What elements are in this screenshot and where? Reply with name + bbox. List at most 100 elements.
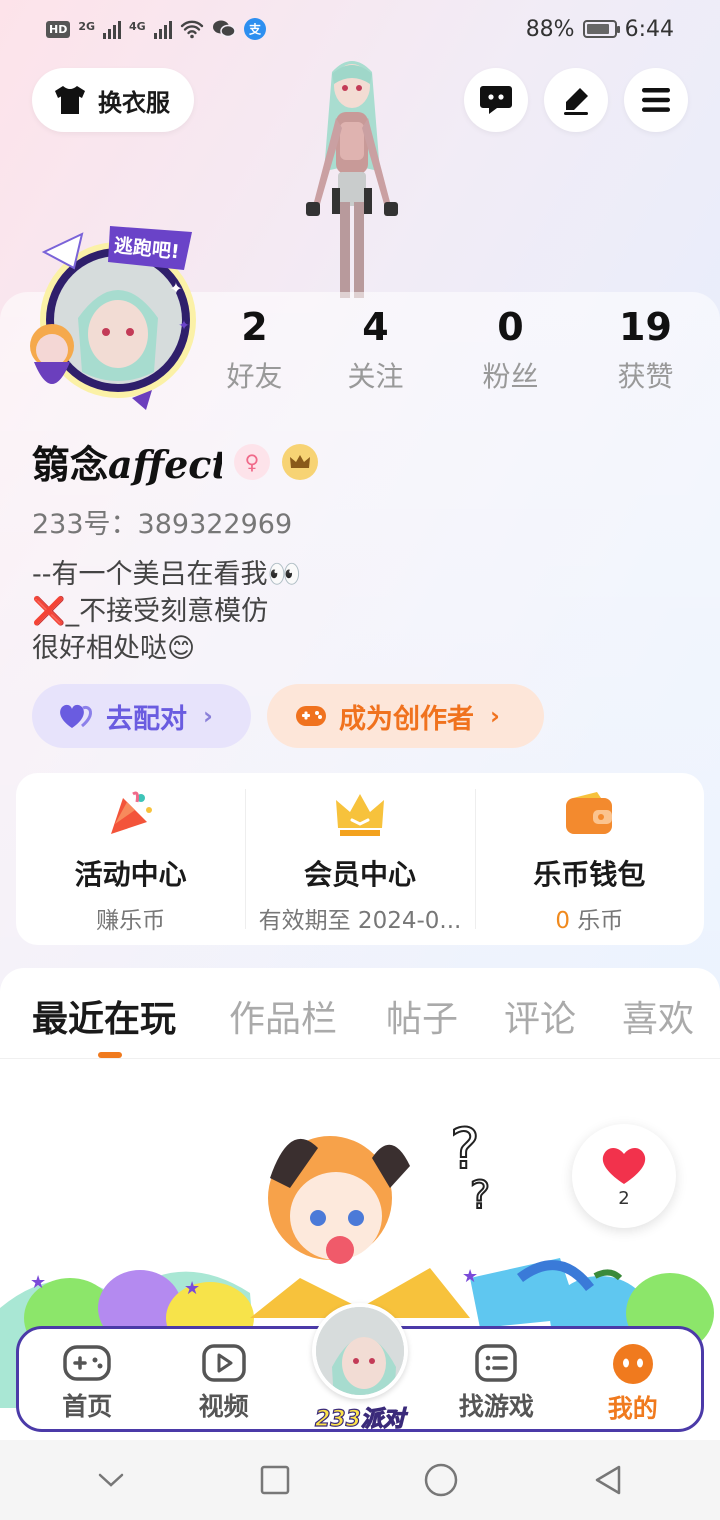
signal-icon — [103, 19, 122, 39]
list-icon — [475, 1344, 518, 1382]
stat-likes[interactable]: 19 获赞 — [581, 305, 710, 395]
double-heart-icon — [60, 704, 92, 728]
user-id[interactable]: 233号：389322969 — [32, 502, 292, 541]
edit-profile-button[interactable] — [544, 68, 608, 132]
wallet-icon — [562, 787, 616, 841]
svg-text:支: 支 — [248, 22, 262, 37]
service-title: 会员中心 — [303, 858, 416, 891]
stats-row: 2 好友 4 关注 0 粉丝 19 获赞 — [190, 305, 710, 395]
tab-recent-played[interactable]: 最近在玩 — [32, 990, 176, 1042]
collapse-chevron-icon[interactable] — [96, 1470, 126, 1490]
party-avatar — [311, 1303, 408, 1399]
back-triangle-icon[interactable] — [592, 1463, 624, 1497]
bio-line: ❌_不接受刻意模仿 — [32, 596, 269, 627]
battery-fill — [586, 24, 610, 34]
stat-friends[interactable]: 2 好友 — [190, 305, 319, 395]
svg-text:?: ? — [470, 1173, 490, 1217]
nav-find-games[interactable]: 找游戏 — [428, 1329, 564, 1429]
match-button[interactable]: 去配对 › — [32, 684, 251, 748]
nav-label: 视频 — [198, 1392, 249, 1421]
crown-badge-icon[interactable] — [282, 443, 318, 480]
menu-button[interactable] — [624, 68, 688, 132]
membership-center[interactable]: 会员中心 有效期至 2024-0... — [245, 773, 474, 945]
coin-wallet[interactable]: 乐币钱包 0 乐币 — [474, 773, 704, 945]
bio: --有一个美吕在看我👀 ❌_不接受刻意模仿 很好相处哒😊 — [32, 556, 301, 667]
tab-likes[interactable]: 喜欢 — [622, 990, 694, 1042]
party-label: 233派对 — [314, 1406, 405, 1432]
female-gender-icon: ♀ — [234, 443, 270, 480]
tshirt-icon — [55, 86, 85, 114]
stat-fans[interactable]: 0 粉丝 — [446, 305, 575, 395]
coin-count: 0 — [555, 908, 570, 934]
stat-label: 好友 — [226, 360, 283, 393]
alipay-icon: 支 — [243, 18, 266, 40]
stat-number: 19 — [619, 305, 672, 349]
nav-home[interactable]: 首页 — [19, 1329, 155, 1429]
heart-icon — [602, 1147, 646, 1184]
coin-balance: 0 乐币 — [555, 901, 623, 935]
tab-works[interactable]: 作品栏 — [229, 990, 337, 1042]
svg-text:✦: ✦ — [178, 318, 190, 334]
stat-label: 关注 — [347, 360, 404, 393]
bio-line: --有一个美吕在看我👀 — [32, 559, 302, 590]
like-count: 2 — [618, 1187, 630, 1209]
battery-icon — [582, 20, 620, 38]
nav-label: 我的 — [607, 1394, 658, 1423]
pen-icon — [564, 88, 588, 115]
coin-unit: 乐币 — [569, 908, 624, 934]
nav-mine[interactable]: 我的 — [565, 1329, 701, 1429]
become-creator-button[interactable]: 成为创作者 › — [267, 684, 544, 748]
like-floating-button[interactable]: 2 — [572, 1124, 676, 1228]
tab-posts[interactable]: 帖子 — [386, 990, 458, 1042]
hd-badge: HD — [46, 20, 71, 38]
change-outfit-label: 换衣服 — [98, 88, 170, 117]
nav-party[interactable]: 233派对 — [292, 1303, 428, 1433]
nav-label: 找游戏 — [458, 1392, 534, 1421]
recents-square-icon[interactable] — [259, 1464, 291, 1496]
wechat-icon — [212, 20, 236, 38]
crown-icon — [333, 787, 387, 841]
svg-text:✦: ✦ — [169, 279, 182, 298]
services-card: 活动中心 赚乐币 会员中心 有效期至 2024-0... 乐币钱包 0 乐币 — [16, 773, 704, 945]
service-title: 乐币钱包 — [533, 858, 646, 891]
gamepad-outline-icon — [63, 1345, 111, 1381]
gender-symbol: ♀ — [244, 449, 260, 474]
bottom-navigation: 首页 视频 233派对 找游戏 我的 — [16, 1303, 704, 1433]
chat-button[interactable] — [464, 68, 528, 132]
play-video-icon — [201, 1344, 246, 1382]
home-circle-icon[interactable] — [423, 1462, 459, 1498]
profile-avatar[interactable]: ✦ ✦ 逃跑吧! — [24, 222, 200, 412]
clock: 6:44 — [624, 16, 674, 42]
match-label: 去配对 — [106, 703, 187, 735]
signal-icon — [153, 19, 172, 39]
hamburger-icon — [642, 88, 670, 112]
bio-line: 很好相处哒😊 — [32, 633, 196, 664]
nav-label: 首页 — [62, 1392, 113, 1421]
svg-text:★: ★ — [462, 1266, 478, 1287]
stat-label: 获赞 — [617, 360, 674, 393]
service-subtitle: 有效期至 2024-0... — [258, 908, 462, 934]
stat-number: 4 — [362, 305, 389, 349]
party-popper-icon — [104, 787, 158, 841]
service-subtitle: 赚乐币 — [96, 908, 166, 934]
tab-comments[interactable]: 评论 — [504, 990, 576, 1042]
divider — [0, 1058, 720, 1059]
character-model[interactable] — [292, 52, 412, 298]
activity-center[interactable]: 活动中心 赚乐币 — [16, 773, 245, 945]
nav-video[interactable]: 视频 — [155, 1329, 291, 1429]
stat-number: 2 — [241, 305, 268, 349]
status-bar: HD 2G 4G 支 88% 6:44 — [0, 0, 720, 58]
chevron-right-icon: › — [490, 702, 500, 730]
content-panel: 最近在玩 作品栏 帖子 评论 喜欢 ? ? ★ ★ ★ 2 — [0, 968, 720, 1520]
battery-percent: 88% — [525, 16, 575, 42]
stat-label: 粉丝 — [482, 360, 539, 393]
system-navigation-bar — [0, 1440, 720, 1520]
svg-text:★: ★ — [30, 1272, 46, 1293]
change-outfit-button[interactable]: 换衣服 — [32, 68, 194, 132]
become-creator-label: 成为创作者 — [339, 703, 474, 735]
service-title: 活动中心 — [74, 858, 187, 891]
stat-following[interactable]: 4 关注 — [311, 305, 440, 395]
chat-icon — [480, 86, 512, 114]
chevron-right-icon: › — [203, 702, 213, 730]
gamepad-icon — [296, 706, 326, 726]
